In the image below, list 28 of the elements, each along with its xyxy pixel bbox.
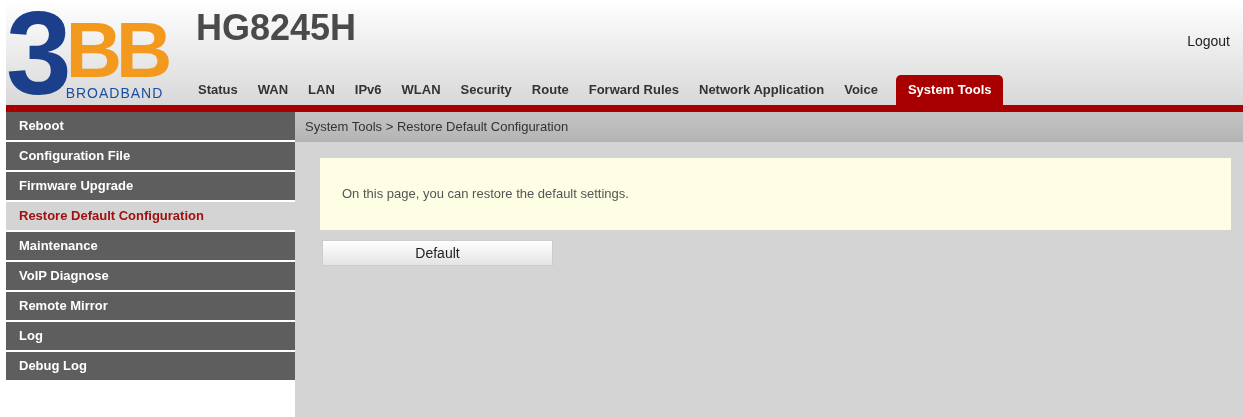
breadcrumb: System Tools > Restore Default Configuration [295, 112, 1243, 142]
nav-tab[interactable]: Voice [842, 75, 880, 105]
sidebar-item[interactable]: Firmware Upgrade [6, 172, 295, 200]
nav-tab[interactable]: Security [458, 75, 514, 105]
default-button[interactable]: Default [322, 240, 553, 266]
nav-tab[interactable]: System Tools [895, 75, 1004, 105]
sidebar-item[interactable]: Maintenance [6, 232, 295, 260]
logout-link[interactable]: Logout [1187, 31, 1230, 52]
nav-tab[interactable]: Forward Rules [586, 75, 681, 105]
nav-tab[interactable]: WAN [255, 75, 291, 105]
nav-tab[interactable]: IPv6 [352, 75, 384, 105]
logo-tagline: BROADBAND [65, 85, 164, 101]
nav-tab[interactable]: Route [529, 75, 571, 105]
logo-digit: 3 [6, 5, 66, 101]
nav-tab[interactable]: Status [196, 75, 240, 105]
sidebar-item[interactable]: Log [6, 322, 295, 350]
notice-text: On this page, you can restore the default settings. [342, 185, 629, 204]
nav-tab[interactable]: LAN [306, 75, 337, 105]
model-name: HG8245H [196, 8, 358, 48]
sidebar-item[interactable]: Reboot [6, 112, 295, 140]
sidebar-item[interactable]: Remote Mirror [6, 292, 295, 320]
sidebar-item[interactable]: Restore Default Configuration [6, 202, 295, 230]
sidebar-item[interactable]: Configuration File [6, 142, 295, 170]
logo-letters: BB [65, 15, 167, 85]
sidebar-item[interactable]: Debug Log [6, 352, 295, 380]
sidebar-item[interactable]: VoIP Diagnose [6, 262, 295, 290]
nav-tab[interactable]: Network Application [697, 75, 827, 105]
nav-tab[interactable]: WLAN [399, 75, 443, 105]
